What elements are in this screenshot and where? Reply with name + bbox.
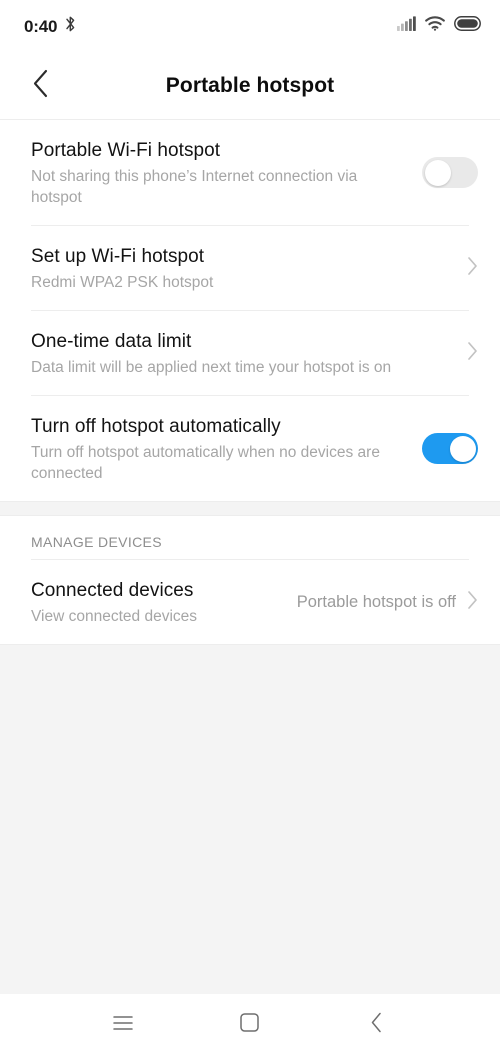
row-set-up-wifi-hotspot[interactable]: Set up Wi-Fi hotspot Redmi WPA2 PSK hots…	[0, 226, 500, 310]
page-header: Portable hotspot	[0, 52, 500, 120]
row-subtitle: Not sharing this phone’s Internet connec…	[31, 168, 358, 206]
row-portable-wifi-hotspot[interactable]: Portable Wi-Fi hotspot Not sharing this …	[0, 120, 500, 225]
back-chevron-icon	[370, 1012, 383, 1038]
nav-home-button[interactable]	[221, 1001, 279, 1049]
status-bar-right	[397, 16, 481, 36]
portable-hotspot-toggle[interactable]	[422, 157, 478, 188]
bluetooth-icon	[64, 15, 77, 38]
row-turn-off-hotspot-automatically-text: Turn off hotspot automatically Turn off …	[31, 396, 412, 501]
system-navigation-bar	[0, 994, 500, 1056]
row-one-time-data-limit-control	[467, 341, 478, 366]
back-chevron-icon	[32, 69, 49, 103]
wifi-icon	[425, 16, 445, 36]
toggle-knob	[449, 435, 476, 462]
toggle-knob	[424, 159, 451, 186]
chevron-right-icon	[467, 341, 478, 366]
status-bar: 0:40	[0, 0, 500, 52]
settings-list: Portable Wi-Fi hotspot Not sharing this …	[0, 120, 500, 644]
row-set-up-wifi-hotspot-text: Set up Wi-Fi hotspot Redmi WPA2 PSK hots…	[31, 226, 457, 310]
row-title: Turn off hotspot automatically	[31, 416, 281, 437]
row-subtitle: Data limit will be applied next time you…	[31, 359, 392, 376]
row-turn-off-hotspot-automatically[interactable]: Turn off hotspot automatically Turn off …	[0, 396, 500, 501]
page-title: Portable hotspot	[165, 73, 335, 97]
empty-area	[0, 644, 500, 994]
connected-devices-status: Portable hotspot is off	[296, 592, 456, 611]
row-title: Set up Wi-Fi hotspot	[31, 246, 205, 267]
row-title: One-time data limit	[31, 331, 192, 352]
status-clock: 0:40	[24, 16, 58, 36]
chevron-right-icon	[467, 256, 478, 281]
row-one-time-data-limit-text: One-time data limit Data limit will be a…	[31, 311, 457, 395]
status-bar-left: 0:40	[24, 15, 77, 38]
menu-icon	[113, 1015, 134, 1036]
phone-screen: 0:40 Portable hotspot Portable Wi-Fi hot…	[0, 0, 500, 1056]
row-connected-devices-control: Portable hotspot is off	[297, 590, 478, 615]
row-subtitle: Turn off hotspot automatically when no d…	[31, 444, 380, 482]
row-subtitle: Redmi WPA2 PSK hotspot	[31, 274, 214, 291]
nav-back-button[interactable]	[348, 1001, 406, 1049]
row-portable-wifi-hotspot-text: Portable Wi-Fi hotspot Not sharing this …	[31, 120, 412, 225]
row-one-time-data-limit[interactable]: One-time data limit Data limit will be a…	[0, 311, 500, 395]
row-set-up-wifi-hotspot-control	[467, 256, 478, 281]
row-title: Portable Wi-Fi hotspot	[31, 140, 221, 161]
row-connected-devices[interactable]: Connected devices View connected devices…	[0, 560, 500, 644]
row-connected-devices-text: Connected devices View connected devices	[31, 560, 287, 644]
nav-recents-button[interactable]	[94, 1001, 152, 1049]
auto-turn-off-toggle[interactable]	[422, 433, 478, 464]
row-portable-wifi-hotspot-control	[422, 157, 478, 188]
row-subtitle: View connected devices	[31, 608, 198, 625]
cellular-signal-icon	[397, 16, 416, 36]
chevron-right-icon	[467, 590, 478, 615]
home-square-icon	[240, 1013, 260, 1037]
header-back-button[interactable]	[18, 64, 62, 108]
row-turn-off-hotspot-automatically-control	[422, 433, 478, 464]
row-title: Connected devices	[31, 580, 194, 601]
section-header-manage-devices: MANAGE DEVICES	[0, 516, 500, 559]
section-separator	[0, 501, 500, 516]
battery-full-icon	[454, 16, 481, 36]
